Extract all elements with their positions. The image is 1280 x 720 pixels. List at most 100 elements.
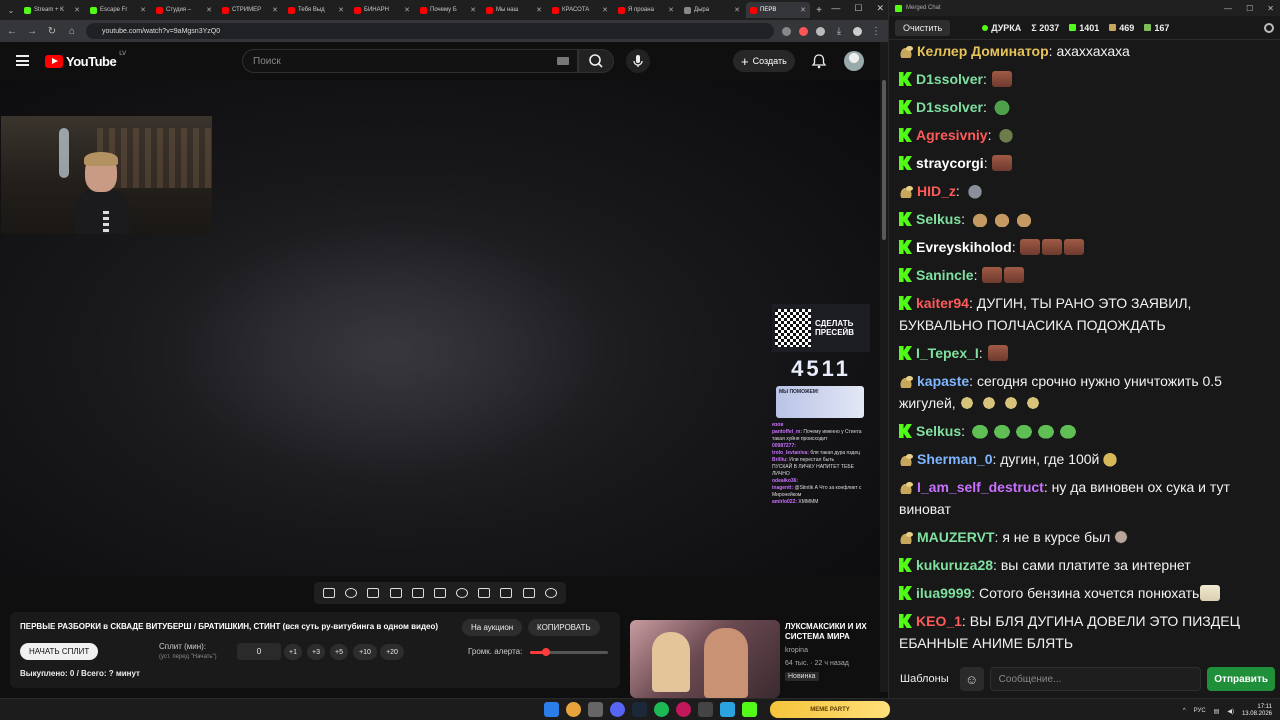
maximize-icon[interactable]: ☐ (854, 3, 862, 14)
browser-tab[interactable]: Мы наш ✕ (482, 2, 546, 18)
forward-icon[interactable]: → (26, 26, 38, 37)
tab-close-icon[interactable]: ✕ (536, 6, 542, 14)
chat-username[interactable]: Келлер Доминатор (917, 43, 1049, 59)
auction-button[interactable]: На аукцион (462, 619, 523, 636)
clear-button[interactable]: Очистить (895, 19, 951, 36)
video-thumbnail[interactable] (630, 620, 780, 698)
split-increment-button[interactable]: +3 (307, 644, 325, 660)
close-icon[interactable]: ✕ (876, 3, 884, 14)
profile-icon[interactable] (853, 26, 862, 36)
browser-tab[interactable]: ПЕРВ ✕ (746, 2, 810, 18)
back-icon[interactable]: ← (6, 26, 18, 37)
browser-tab[interactable]: Escape Fr ✕ (86, 2, 150, 18)
steam-icon[interactable] (632, 702, 647, 717)
tab-close-icon[interactable]: ✕ (140, 6, 146, 14)
browser-tab[interactable]: Stream + K ✕ (20, 2, 84, 18)
chat-username[interactable]: I_am_self_destruct (917, 479, 1044, 495)
minimize-icon[interactable]: — (831, 3, 840, 14)
scrollbar-thumb[interactable] (882, 80, 886, 240)
camera-icon[interactable] (500, 588, 513, 598)
tab-close-icon[interactable]: ✕ (470, 6, 476, 14)
browser-tab[interactable]: Я проана ✕ (614, 2, 678, 18)
chat-username[interactable]: Selkus (916, 211, 961, 227)
split-increment-button[interactable]: +10 (353, 644, 377, 660)
tab-close-icon[interactable]: ✕ (74, 6, 80, 14)
browser-tab[interactable]: Тебя Выд ✕ (284, 2, 348, 18)
recommended-title[interactable]: ЛУКСМАКСИКИ И ИХ СИСТЕМА МИРА (785, 622, 880, 642)
tab-close-icon[interactable]: ✕ (602, 6, 608, 14)
search-input[interactable]: Поиск (242, 49, 578, 73)
start-icon[interactable] (544, 702, 559, 717)
browser-tab[interactable]: КРАСОТА ✕ (548, 2, 612, 18)
video-player[interactable]: СДЕЛАТЬ ПРЕСЕЙВ 4511 МЫ ПОМОЖЕМ! язов pa… (0, 80, 880, 576)
keyboard-icon[interactable] (557, 57, 569, 65)
browser-tab[interactable]: Дыра ✕ (680, 2, 744, 18)
download-icon[interactable]: ⤓ (833, 26, 845, 37)
channel-name[interactable]: kropina (785, 647, 808, 654)
gear-icon[interactable] (1264, 22, 1274, 33)
spotify-icon[interactable] (654, 702, 669, 717)
loop-icon[interactable] (323, 588, 336, 598)
chat-username[interactable]: Sanincle (916, 267, 974, 283)
url-field[interactable]: youtube.com/watch?v=9aMgsn3YzQ0 (86, 23, 774, 39)
flask-icon[interactable] (522, 588, 535, 598)
speed-icon[interactable] (456, 588, 469, 598)
mic-button[interactable] (626, 49, 650, 73)
kick-chat-icon[interactable] (742, 702, 757, 717)
start-split-button[interactable]: НАЧАТЬ СПЛИТ (20, 643, 99, 660)
clip-icon[interactable] (389, 588, 402, 598)
tray-chevron-icon[interactable]: ^ (1183, 708, 1186, 714)
bell-icon[interactable] (810, 52, 828, 70)
minimize-icon[interactable]: — (1224, 4, 1232, 13)
new-tab-button[interactable]: + (812, 5, 826, 16)
browser-tab[interactable]: Студия – ✕ (152, 2, 216, 18)
maximize-icon[interactable]: ☐ (1246, 4, 1253, 13)
alert-volume-slider[interactable] (530, 648, 608, 656)
chat-username[interactable]: I_Tepex_I (916, 345, 979, 361)
chat-username[interactable]: D1ssolver (916, 71, 983, 87)
taskbar-app-icon[interactable] (588, 702, 603, 717)
youtube-logo[interactable]: YouTube LV (45, 51, 126, 69)
chat-username[interactable]: HID_z (917, 183, 956, 199)
chat-username[interactable]: Selkus (916, 423, 961, 439)
chat-username[interactable]: Sherman_0 (917, 451, 992, 467)
chat-username[interactable]: KEO_1 (916, 613, 962, 629)
avatar[interactable] (844, 51, 864, 71)
meme-party-widget[interactable]: MEME PARTY (770, 701, 890, 718)
emoji-icon[interactable]: ☺ (959, 667, 984, 691)
tab-close-icon[interactable]: ✕ (734, 6, 740, 14)
tab-close-icon[interactable]: ✕ (272, 6, 278, 14)
split-increment-button[interactable]: +5 (330, 644, 348, 660)
chat-username[interactable]: kukuruza28 (916, 557, 993, 573)
send-button[interactable]: Отправить (1207, 667, 1275, 691)
playlist-add-icon[interactable] (367, 588, 380, 598)
broadcast-icon[interactable] (345, 588, 358, 598)
create-button[interactable]: + Создать (733, 50, 795, 72)
reload-icon[interactable]: ↻ (46, 26, 58, 37)
chat-username[interactable]: Agresivniy (916, 127, 988, 143)
slider-knob[interactable] (541, 648, 550, 656)
settings-icon[interactable] (544, 588, 557, 598)
extension-icon[interactable] (782, 26, 791, 36)
chrome-icon[interactable] (566, 702, 581, 717)
search-button[interactable] (578, 49, 614, 73)
close-icon[interactable]: ✕ (1267, 4, 1274, 13)
split-increment-button[interactable]: +1 (284, 644, 302, 660)
chat-username[interactable]: kapaste (917, 373, 969, 389)
browser-tab[interactable]: СТРИМЕР ✕ (218, 2, 282, 18)
message-input[interactable]: Сообщение... (989, 667, 1202, 691)
tab-close-icon[interactable]: ✕ (338, 6, 344, 14)
tab-close-icon[interactable]: ✕ (668, 6, 674, 14)
page-scrollbar[interactable] (880, 42, 888, 692)
telegram-icon[interactable] (720, 702, 735, 717)
chat-username[interactable]: straycorgi (916, 155, 984, 171)
chat-username[interactable]: kaiter94 (916, 295, 969, 311)
discord-icon[interactable] (610, 702, 625, 717)
tab-search-icon[interactable]: ⌄ (4, 6, 18, 15)
home-icon[interactable]: ⌂ (66, 26, 78, 37)
tab-close-icon[interactable]: ✕ (206, 6, 212, 14)
chat-username[interactable]: MAUZERVT (917, 529, 995, 545)
chat-username[interactable]: ilua9999 (916, 585, 971, 601)
tab-close-icon[interactable]: ✕ (404, 6, 410, 14)
copy-button[interactable]: КОПИРОВАТЬ (528, 619, 600, 636)
